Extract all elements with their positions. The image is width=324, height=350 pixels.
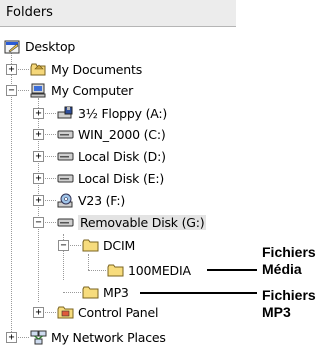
- tree-item-100media[interactable]: 100MEDIA: [107, 260, 191, 280]
- tree-item-control-panel[interactable]: Control Panel: [57, 302, 158, 322]
- collapse-toggle[interactable]: −: [33, 217, 44, 228]
- network-places-icon: [30, 330, 47, 345]
- tree-item-my-computer[interactable]: My Computer: [30, 80, 133, 100]
- expand-toggle[interactable]: +: [6, 332, 17, 343]
- tree-connector: [63, 292, 81, 293]
- tree-item-label: Control Panel: [78, 304, 159, 320]
- tree-item-label: My Network Places: [51, 329, 166, 345]
- collapse-toggle[interactable]: −: [58, 240, 69, 251]
- tree-item-dcim[interactable]: DCIM: [82, 235, 135, 255]
- tree-item-my-documents[interactable]: My Documents: [30, 59, 142, 79]
- tree-item-label: DCIM: [103, 237, 136, 253]
- floppy-drive-icon: [57, 106, 74, 120]
- hard-drive-icon: [57, 171, 74, 185]
- removable-disk-icon: [57, 215, 74, 229]
- folders-pane-title: Folders: [6, 5, 53, 20]
- annotation-line: Fichiers: [262, 244, 316, 260]
- tree-item-label: My Computer: [51, 82, 134, 98]
- folder-icon: [107, 263, 124, 277]
- tree-item-mp3[interactable]: MP3: [82, 282, 129, 302]
- expand-toggle[interactable]: +: [33, 173, 44, 184]
- expand-toggle[interactable]: +: [33, 151, 44, 162]
- hard-drive-icon: [57, 127, 74, 141]
- expand-toggle[interactable]: +: [6, 64, 17, 75]
- my-computer-icon: [30, 83, 47, 98]
- hard-drive-icon: [57, 149, 74, 163]
- tree-item-label: Local Disk (D:): [78, 148, 166, 164]
- media-pointer-line: [207, 269, 257, 271]
- folder-icon: [82, 285, 99, 299]
- tree-item-local-disk-e[interactable]: Local Disk (E:): [57, 168, 164, 188]
- mp3-pointer-line: [140, 292, 257, 294]
- tree-item-label: Desktop: [25, 38, 76, 54]
- folders-pane-header: Folders: [0, 0, 236, 27]
- expand-toggle[interactable]: +: [33, 195, 44, 206]
- media-files-annotation: Fichiers Média: [262, 244, 316, 278]
- tree-item-desktop[interactable]: Desktop: [4, 36, 75, 56]
- folder-icon: [82, 238, 99, 252]
- my-documents-icon: [30, 62, 47, 76]
- control-panel-icon: [57, 305, 74, 319]
- tree-item-label: MP3: [103, 284, 129, 300]
- expand-toggle[interactable]: +: [33, 307, 44, 318]
- tree-item-label: My Documents: [51, 61, 143, 77]
- mp3-files-annotation: Fichiers MP3: [262, 287, 316, 321]
- tree-item-floppy-a[interactable]: 3½ Floppy (A:): [57, 103, 167, 123]
- folder-tree[interactable]: Desktop + My Documents − My Computer + 3…: [0, 28, 236, 347]
- collapse-toggle[interactable]: −: [6, 85, 17, 96]
- expand-toggle[interactable]: +: [33, 129, 44, 140]
- tree-item-win2000-c[interactable]: WIN_2000 (C:): [57, 124, 166, 144]
- annotation-line: Fichiers: [262, 287, 316, 303]
- tree-item-label: 3½ Floppy (A:): [78, 105, 168, 121]
- desktop-icon: [4, 39, 21, 54]
- annotation-line: MP3: [262, 304, 291, 320]
- tree-connector: [88, 254, 89, 270]
- tree-item-label: Removable Disk (G:): [78, 214, 207, 230]
- tree-item-my-network-places[interactable]: My Network Places: [30, 327, 166, 347]
- tree-item-label: Local Disk (E:): [78, 170, 165, 186]
- annotation-line: Média: [262, 261, 302, 277]
- tree-item-label: V23 (F:): [78, 192, 126, 208]
- tree-connector: [88, 270, 106, 271]
- tree-item-label: 100MEDIA: [128, 262, 191, 278]
- tree-item-removable-disk-g[interactable]: Removable Disk (G:): [57, 212, 207, 232]
- cd-drive-icon: [57, 193, 74, 208]
- tree-item-v23-f[interactable]: V23 (F:): [57, 190, 125, 210]
- tree-item-local-disk-d[interactable]: Local Disk (D:): [57, 146, 166, 166]
- expand-toggle[interactable]: +: [33, 108, 44, 119]
- tree-item-label: WIN_2000 (C:): [78, 126, 166, 142]
